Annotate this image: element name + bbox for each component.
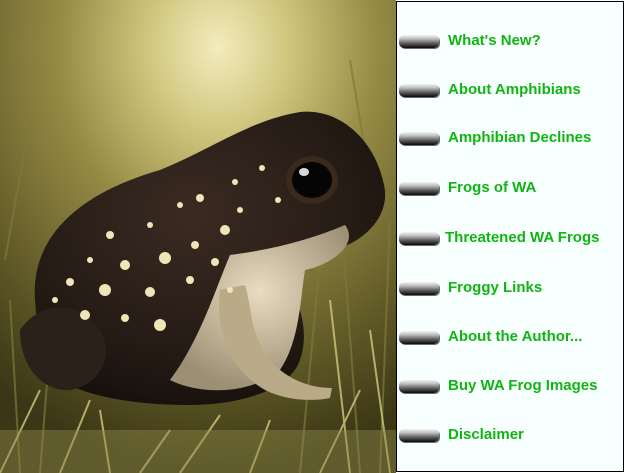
menu-item-froggy-links[interactable]: Froggy Links — [397, 273, 623, 305]
button-bullet-icon — [399, 84, 439, 97]
menu-item-label: Disclaimer — [448, 426, 524, 443]
menu-item-whats-new[interactable]: What's New? — [397, 26, 623, 58]
page: What's New? About Amphibians Amphibian D… — [0, 0, 625, 473]
button-bullet-icon — [399, 182, 439, 195]
button-bullet-icon — [399, 35, 439, 48]
menu-item-label: What's New? — [448, 32, 541, 49]
menu-item-about-amphibians[interactable]: About Amphibians — [397, 75, 623, 107]
button-bullet-icon — [399, 380, 439, 393]
menu-item-threatened-wa-frogs[interactable]: Threatened WA Frogs — [397, 223, 623, 255]
frog-photo — [0, 0, 396, 473]
menu-item-label: Frogs of WA — [448, 179, 537, 196]
menu-item-label: Threatened WA Frogs — [445, 229, 600, 246]
menu-item-label: Buy WA Frog Images — [448, 377, 598, 394]
button-bullet-icon — [399, 282, 439, 295]
button-bullet-icon — [399, 232, 439, 245]
button-bullet-icon — [399, 331, 439, 344]
menu-item-disclaimer[interactable]: Disclaimer — [397, 420, 623, 452]
menu-item-label: Amphibian Declines — [448, 129, 592, 146]
menu-item-amphibian-declines[interactable]: Amphibian Declines — [397, 123, 623, 155]
menu-item-about-the-author[interactable]: About the Author... — [397, 322, 623, 354]
menu-item-label: Froggy Links — [448, 279, 543, 296]
menu-item-label: About the Author... — [448, 328, 583, 345]
navigation-menu: What's New? About Amphibians Amphibian D… — [396, 1, 624, 472]
button-bullet-icon — [399, 429, 439, 442]
menu-item-buy-wa-frog-images[interactable]: Buy WA Frog Images — [397, 371, 623, 403]
menu-item-label: About Amphibians — [448, 81, 581, 98]
menu-item-frogs-of-wa[interactable]: Frogs of WA — [397, 173, 623, 205]
button-bullet-icon — [399, 132, 439, 145]
